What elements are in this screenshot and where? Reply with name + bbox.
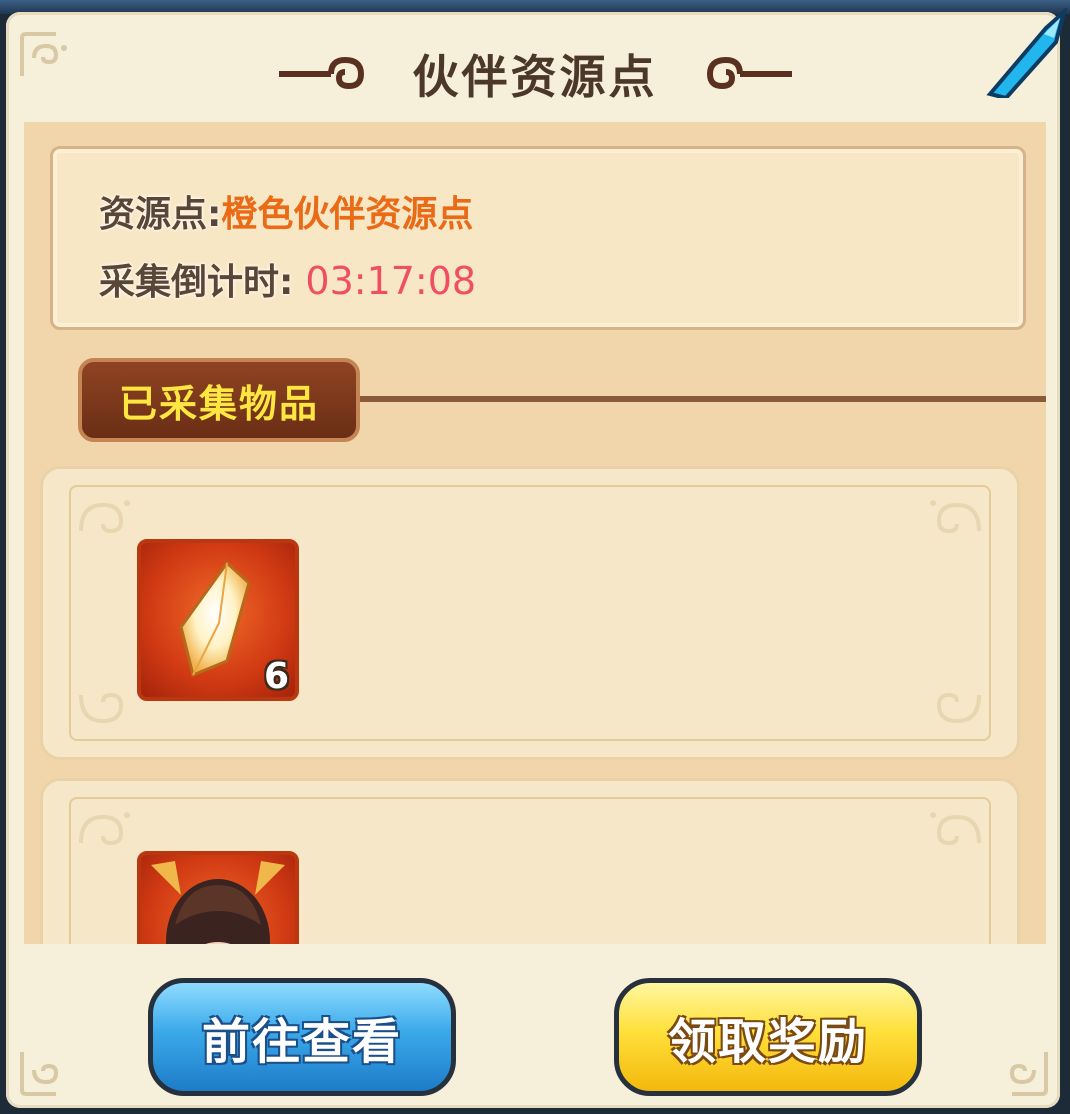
slot-ornament-icon (936, 692, 981, 724)
slot-ornament-icon (930, 812, 981, 846)
claim-reward-button[interactable]: 领取奖励 (614, 978, 922, 1096)
claim-reward-button-label: 领取奖励 (667, 1014, 868, 1070)
left-title-scroll-icon (278, 56, 364, 90)
countdown-label: 采集倒计时: (99, 262, 294, 303)
resource-info-box: 资源点:橙色伙伴资源点 采集倒计时: 03:17:08 (50, 146, 1026, 330)
slot-ornament-icon (930, 500, 981, 534)
slot-ornament-icon (79, 812, 130, 846)
resource-label: 资源点: (99, 194, 222, 235)
countdown-value: 03:17:08 (305, 259, 477, 303)
collected-items-header: 已采集物品 (78, 358, 360, 442)
resource-value: 橙色伙伴资源点 (221, 194, 474, 235)
corner-ornament-icon (1009, 1052, 1048, 1096)
orange-crystal-shard-icon[interactable]: 6 (137, 539, 299, 701)
slot-ornament-icon (79, 692, 124, 724)
partner-portrait-icon[interactable] (137, 851, 299, 944)
content-area: 资源点:橙色伙伴资源点 采集倒计时: 03:17:08 已采集物品 6 (24, 122, 1046, 944)
collected-item-slot[interactable] (40, 778, 1020, 944)
title-row: 伙伴资源点 (0, 38, 1070, 110)
countdown-line: 采集倒计时: 03:17:08 (99, 253, 476, 305)
right-title-scroll-icon (706, 56, 792, 90)
resource-line: 资源点:橙色伙伴资源点 (99, 185, 473, 237)
panel-title: 伙伴资源点 (412, 50, 658, 104)
slot-ornament-icon (79, 500, 130, 534)
section-divider (344, 396, 1046, 402)
go-view-button-label: 前往查看 (201, 1014, 402, 1070)
corner-ornament-icon (20, 1052, 59, 1096)
item-count: 6 (263, 656, 289, 697)
collected-items-label: 已采集物品 (118, 381, 319, 426)
partner-head-icon (151, 861, 285, 944)
go-view-button[interactable]: 前往查看 (148, 978, 456, 1096)
collected-item-slot[interactable]: 6 (40, 466, 1020, 760)
